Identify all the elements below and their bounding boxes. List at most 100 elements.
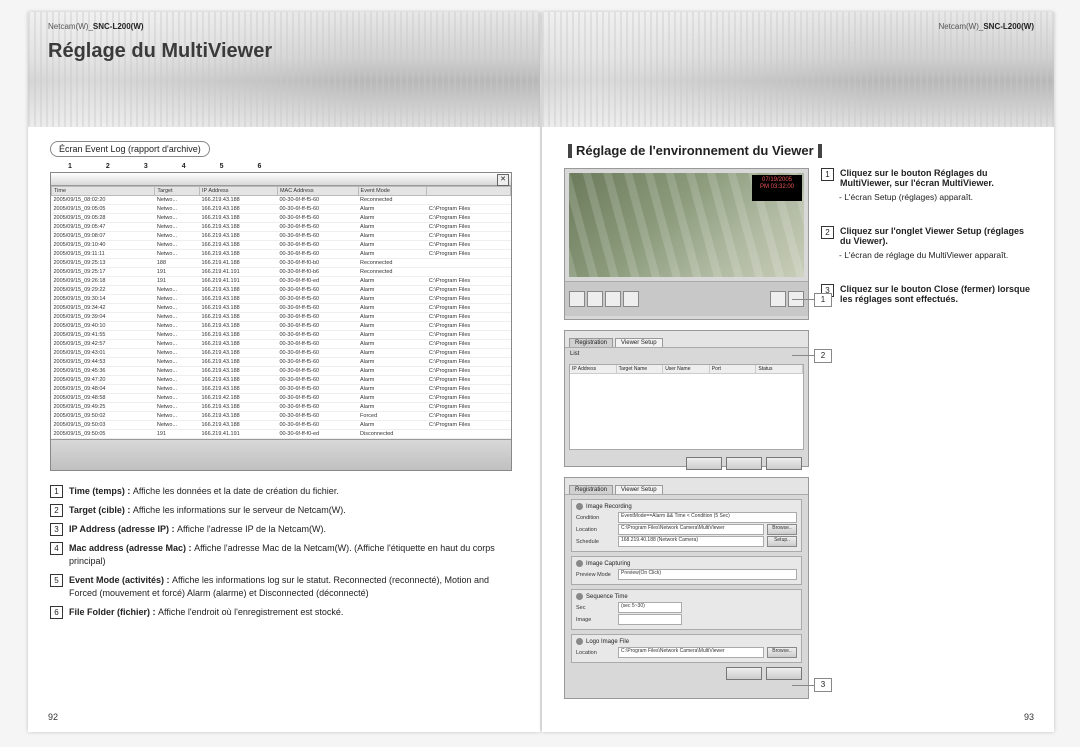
cell: 166.219.43.188 (200, 340, 278, 349)
cell: Alarm (358, 358, 427, 367)
cell: 2005/09/15_09:05:47 (52, 223, 155, 232)
table-row[interactable]: 2005/09/15_09:11:11Netwo...166.219.43.18… (52, 250, 511, 259)
list-column-header[interactable]: Target Name (617, 365, 664, 373)
group-image-capturing: Image Capturing Preview ModePreview(On C… (571, 556, 802, 585)
table-row[interactable]: 2005/09/15_09:44:53Netwo...166.219.43.18… (52, 358, 511, 367)
cell: C:\Program Files (427, 322, 511, 331)
preview-field[interactable]: Preview(On Click) (618, 569, 797, 580)
cell: 166.219.43.188 (200, 214, 278, 223)
cell: Alarm (358, 322, 427, 331)
table-row[interactable]: 2005/09/15_09:25:17191166.219.41.19100-3… (52, 268, 511, 277)
ctrl-btn[interactable] (587, 291, 603, 307)
table-row[interactable]: 2005/09/15_09:41:55Netwo...166.219.43.18… (52, 331, 511, 340)
list-column-header[interactable]: IP Address (570, 365, 617, 373)
tab-registration[interactable]: Registration (569, 338, 613, 347)
table-row[interactable]: 2005/09/15_09:05:05Netwo...166.219.43.18… (52, 205, 511, 214)
table-row[interactable]: 2005/09/15_09:08:07Netwo...166.219.43.18… (52, 232, 511, 241)
table-row[interactable]: 2005/09/15_09:48:58Netwo...166.219.42.18… (52, 394, 511, 403)
cell: 2005/09/15_09:50:05 (52, 430, 155, 439)
column-header[interactable] (427, 187, 511, 196)
table-row[interactable]: 2005/09/15_09:47:20Netwo...166.219.43.18… (52, 376, 511, 385)
table-row[interactable]: 2005/09/15_09:42:57Netwo...166.219.43.18… (52, 340, 511, 349)
field-label: Location (576, 650, 618, 656)
table-row[interactable]: 2005/09/15_09:10:40Netwo...166.219.43.18… (52, 241, 511, 250)
legend-text: Event Mode (activités) : Affiche les inf… (69, 574, 518, 600)
cell: 2005/09/15_09:50:03 (52, 421, 155, 430)
table-row[interactable]: 2005/09/15_09:50:03Netwo...166.219.43.18… (52, 421, 511, 430)
cell: Netwo... (155, 331, 200, 340)
sec-field[interactable]: (sec 5~30) (618, 602, 682, 613)
cell: 166.219.43.188 (200, 205, 278, 214)
schedule-field[interactable]: 168.219.40.188 (Network Camera) (618, 536, 764, 547)
cell: 2005/09/15_09:39:04 (52, 313, 155, 322)
cell: 00-30-6f-ff-f0-ed (277, 277, 358, 286)
table-row[interactable]: 2005/09/15_09:29:22Netwo...166.219.43.18… (52, 286, 511, 295)
header-band: Netcam(W)_SNC-L200(W) Réglage du MultiVi… (28, 12, 540, 127)
page-number-right: 93 (1024, 712, 1034, 722)
setup-button[interactable]: Setup.. (767, 536, 797, 547)
field-label: Preview Mode (576, 572, 618, 578)
table-row[interactable]: 2005/09/15_09:05:47Netwo...166.219.43.18… (52, 223, 511, 232)
dialog-button[interactable] (766, 457, 802, 470)
condition-field[interactable]: EventMode==Alarm && Time < Condition (5 … (618, 512, 797, 523)
cell: 2005/09/15_09:25:17 (52, 268, 155, 277)
cell: Alarm (358, 403, 427, 412)
list-column-header[interactable]: User Name (663, 365, 710, 373)
cell: Alarm (358, 241, 427, 250)
image-field[interactable] (618, 614, 682, 625)
tab-viewer-setup[interactable]: Viewer Setup (615, 485, 663, 494)
cell: 2005/09/15_09:10:40 (52, 241, 155, 250)
table-row[interactable]: 2005/09/15_09:26:18191166.219.41.19100-3… (52, 277, 511, 286)
table-row[interactable]: 2005/09/15_09:48:04Netwo...166.219.43.18… (52, 385, 511, 394)
list-column-header[interactable]: Port (710, 365, 757, 373)
cell: 00-30-6f-ff-f5-60 (277, 214, 358, 223)
ctrl-btn[interactable] (569, 291, 585, 307)
table-row[interactable]: 2005/09/15_09:40:10Netwo...166.219.43.18… (52, 322, 511, 331)
ok-button[interactable] (726, 667, 762, 680)
cell: C:\Program Files (427, 277, 511, 286)
ctrl-btn[interactable] (770, 291, 786, 307)
table-row[interactable]: 2005/09/15_09:39:04Netwo...166.219.43.18… (52, 313, 511, 322)
cell: 166.219.43.188 (200, 331, 278, 340)
cell: Alarm (358, 277, 427, 286)
legend-item: 4Mac address (adresse Mac) : Affiche l'a… (50, 542, 518, 568)
column-header[interactable]: Event Mode (358, 187, 427, 196)
cell: Netwo... (155, 358, 200, 367)
cell: 00-30-6f-ff-f5-60 (277, 340, 358, 349)
column-header[interactable]: IP Address (200, 187, 278, 196)
location-field[interactable]: C:\Program Files\Network Camera\MultiVie… (618, 524, 764, 535)
browse-button[interactable]: Browse.. (767, 524, 797, 535)
table-row[interactable]: 2005/09/15_09:43:01Netwo...166.219.43.18… (52, 349, 511, 358)
column-header[interactable]: MAC Address (277, 187, 358, 196)
cell: 2005/09/15_09:47:20 (52, 376, 155, 385)
close-icon[interactable]: ✕ (497, 174, 509, 186)
ctrl-btn[interactable] (605, 291, 621, 307)
logo-location-field[interactable]: C:\Program Files\Network Camera\MultiVie… (618, 647, 764, 658)
table-row[interactable]: 2005/09/15_09:05:28Netwo...166.219.43.18… (52, 214, 511, 223)
cell: Netwo... (155, 304, 200, 313)
column-marker: 2 (106, 163, 110, 170)
callout-2: 2 (814, 349, 832, 363)
step-title: Cliquez sur le bouton Close (fermer) lor… (840, 284, 1032, 304)
table-row[interactable]: 2005/09/15_09:45:36Netwo...166.219.43.18… (52, 367, 511, 376)
cell: 00-30-6f-ff-f5-60 (277, 403, 358, 412)
tab-viewer-setup[interactable]: Viewer Setup (615, 338, 663, 347)
column-header[interactable]: Time (52, 187, 155, 196)
close-button[interactable] (766, 667, 802, 680)
browse-button[interactable]: Browse.. (767, 647, 797, 658)
table-row[interactable]: 2005/09/15_08:02:20Netwo...166.219.43.18… (52, 196, 511, 205)
table-row[interactable]: 2005/09/15_09:30:14Netwo...166.219.43.18… (52, 295, 511, 304)
tab-registration[interactable]: Registration (569, 485, 613, 494)
dialog-button[interactable] (726, 457, 762, 470)
list-column-header[interactable]: Status (756, 365, 803, 373)
field-label: Condition (576, 515, 618, 521)
ctrl-btn[interactable] (623, 291, 639, 307)
dialog-button[interactable] (686, 457, 722, 470)
table-row[interactable]: 2005/09/15_09:25:13188166.219.41.18800-3… (52, 259, 511, 268)
table-row[interactable]: 2005/09/15_09:34:42Netwo...166.219.43.18… (52, 304, 511, 313)
table-row[interactable]: 2005/09/15_09:50:05191166.219.41.19100-3… (52, 430, 511, 439)
table-row[interactable]: 2005/09/15_09:50:02Netwo...166.219.43.18… (52, 412, 511, 421)
table-row[interactable]: 2005/09/15_09:49:25Netwo...166.219.43.18… (52, 403, 511, 412)
legend-desc: Affiche les données et la date de créati… (133, 486, 339, 496)
column-header[interactable]: Target (155, 187, 200, 196)
